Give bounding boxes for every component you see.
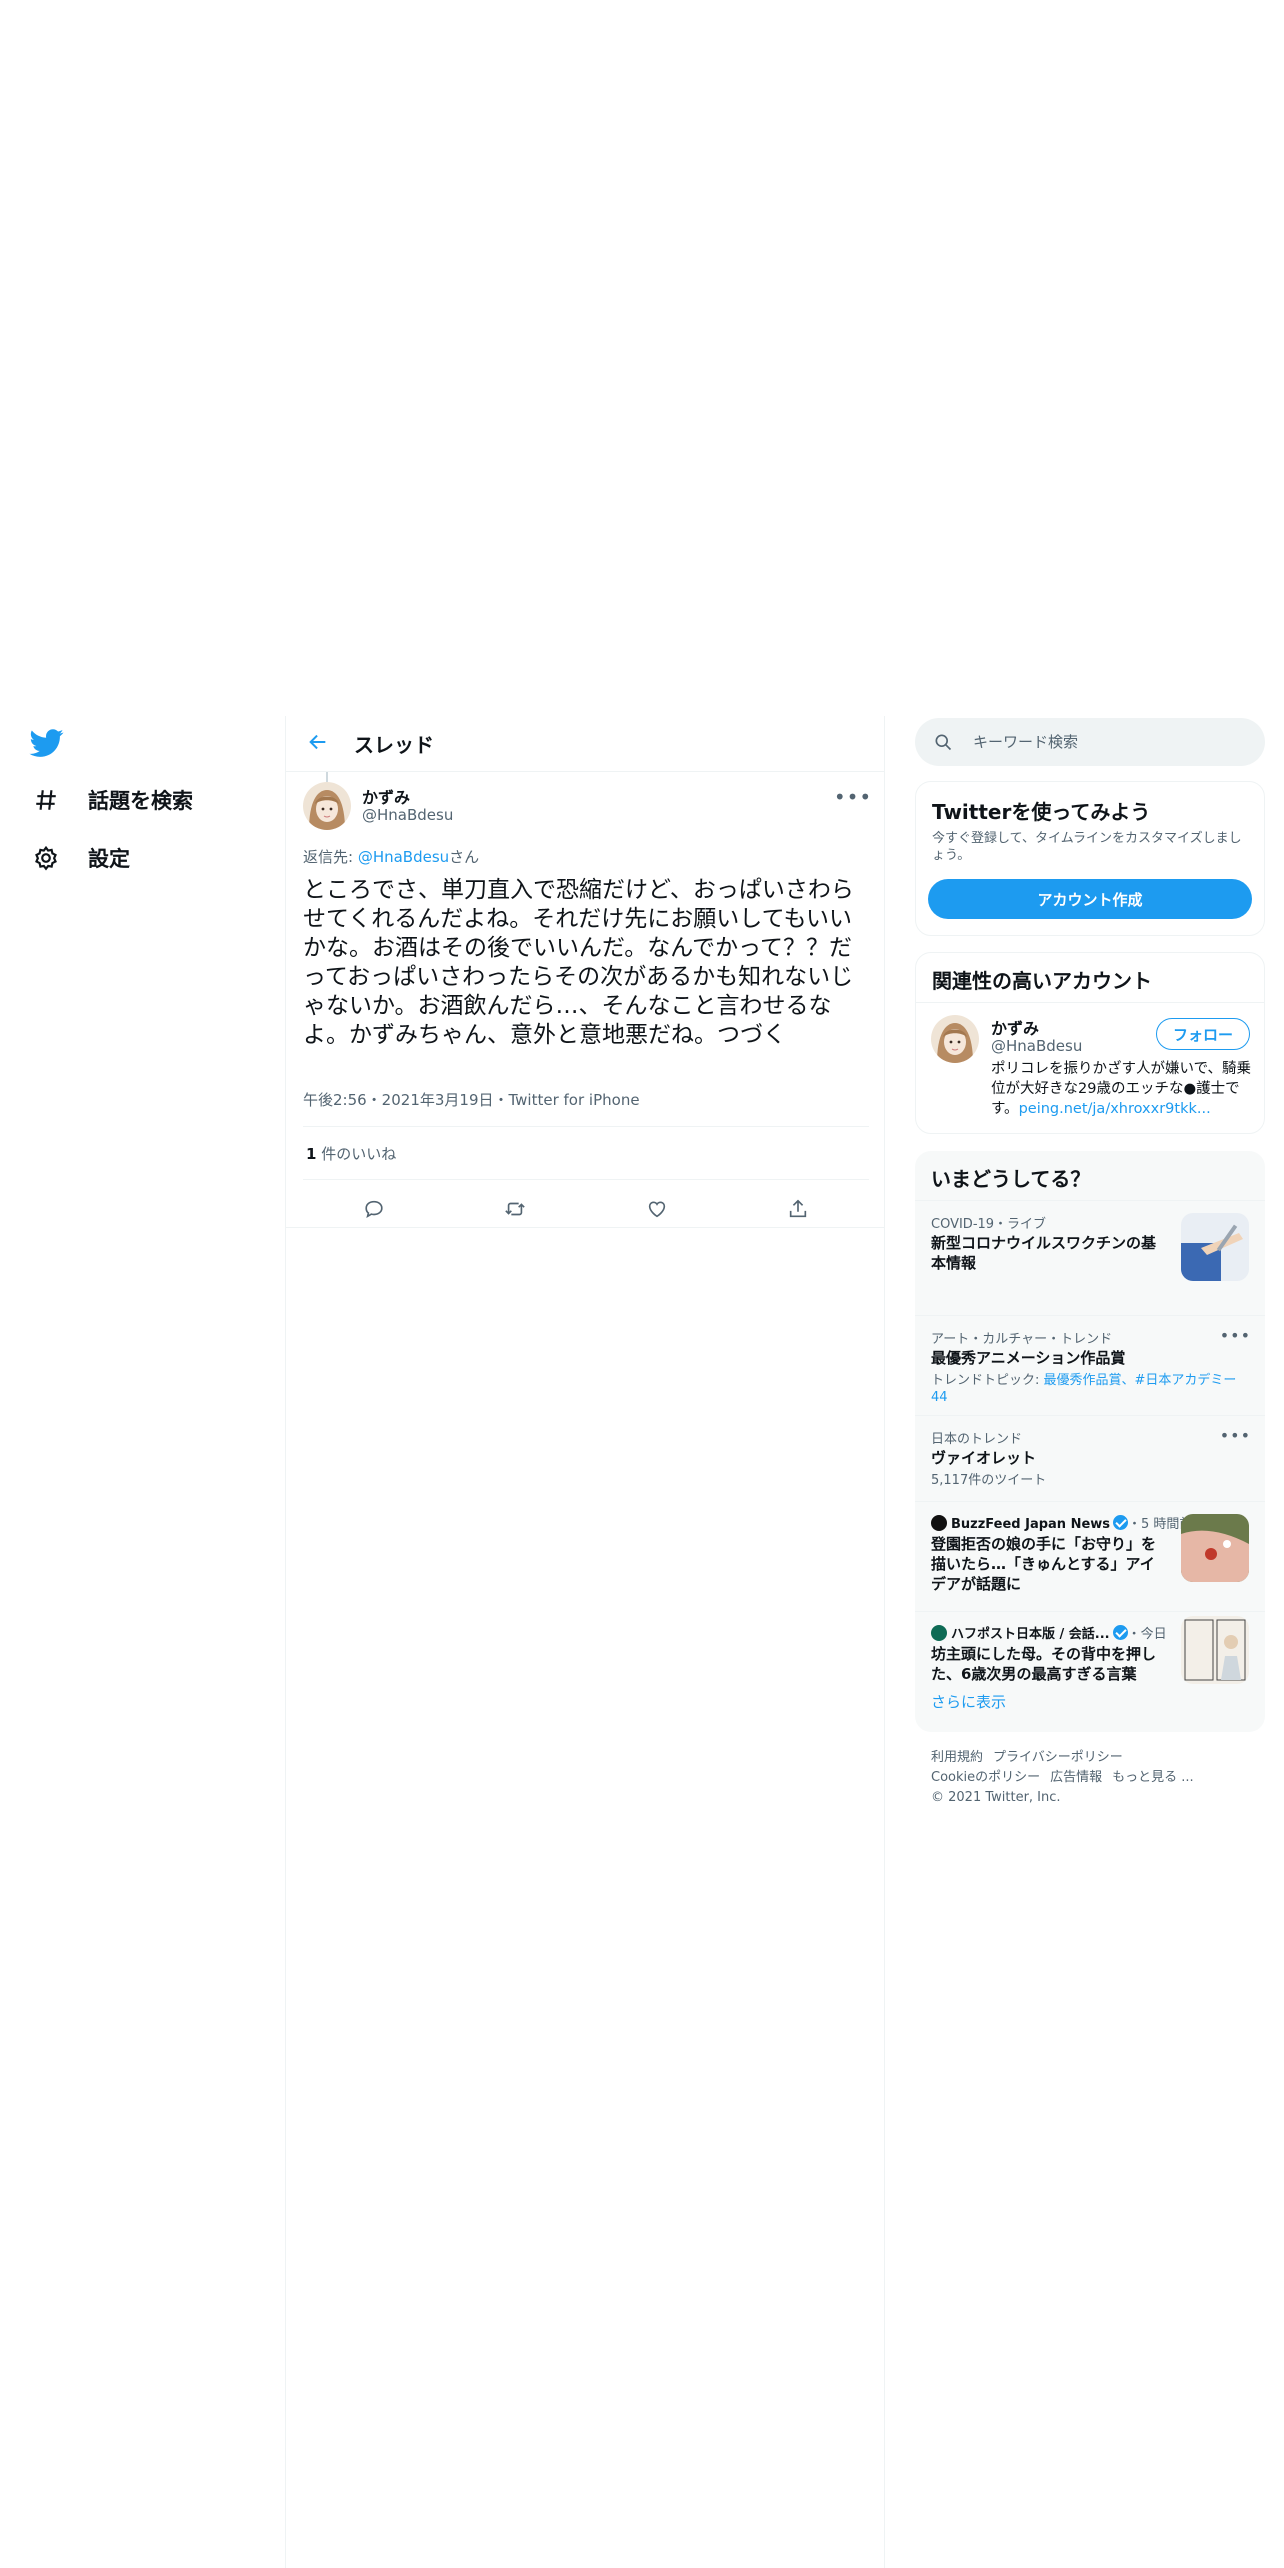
nav-item-settings[interactable]: 設定 xyxy=(28,832,130,884)
privacy-link[interactable]: プライバシーポリシー xyxy=(993,1750,1123,1765)
share-icon xyxy=(787,1198,809,1224)
terms-link[interactable]: 利用規約 xyxy=(931,1750,983,1765)
signup-card: Twitterを使ってみよう 今すぐ登録して、タイムラインをカスタマイズしましょ… xyxy=(915,781,1265,936)
signup-title: Twitterを使ってみよう xyxy=(932,800,1151,824)
news-source: ハフポスト日本版 / 会話... xyxy=(951,1627,1110,1642)
share-button[interactable] xyxy=(778,1191,818,1231)
retweet-icon xyxy=(503,1198,527,1224)
gear-icon xyxy=(28,840,64,876)
arrow-left-icon xyxy=(307,731,329,757)
trend-title: ヴァイオレット xyxy=(931,1449,1037,1467)
divider xyxy=(303,1126,869,1127)
bio-link[interactable]: peing.net/ja/xhroxxr9tkk... xyxy=(1019,1101,1211,1117)
more-dots-icon: ••• xyxy=(1219,1326,1251,1345)
news-item[interactable]: ハフポスト日本版 / 会話... ・今日 坊主頭にした母。その背中を押した、6歳次… xyxy=(915,1611,1265,1686)
likes-count-link[interactable]: 1 件のいいね xyxy=(306,1143,396,1164)
related-bio: ポリコレを振りかざす人が嫌いで、騎乗位が大好きな29歳のエッチな●護士です。pe… xyxy=(991,1059,1253,1119)
more-dots-icon: ••• xyxy=(1219,1426,1251,1445)
hashtag-icon xyxy=(28,782,64,818)
trend-meta: アート・カルチャー・トレンド xyxy=(931,1332,1113,1347)
tweet-actions xyxy=(303,1186,869,1236)
trend-item[interactable]: アート・カルチャー・トレンド ••• 最優秀アニメーション作品賞 トレンドトピッ… xyxy=(915,1315,1265,1415)
news-source: BuzzFeed Japan News xyxy=(951,1517,1111,1532)
ads-link[interactable]: 広告情報 xyxy=(1050,1770,1102,1785)
twitter-logo-icon[interactable] xyxy=(28,726,66,760)
trend-title: 最優秀アニメーション作品賞 xyxy=(931,1349,1126,1367)
news-item[interactable]: BuzzFeed Japan News ・5 時間前 登園拒否の娘の手に「お守り」… xyxy=(915,1501,1265,1611)
tweet-more-button[interactable]: ••• xyxy=(833,782,873,812)
news-title: 坊主頭にした母。その背中を押した、6歳次男の最高すぎる言葉 xyxy=(931,1645,1157,1683)
tweet-timestamp[interactable]: 午後2:56・2021年3月19日・Twitter for iPhone xyxy=(303,1089,640,1110)
related-handle[interactable]: @HnaBdesu xyxy=(991,1037,1082,1055)
copyright: © 2021 Twitter, Inc. xyxy=(931,1790,1061,1805)
trend-meta: 日本のトレンド xyxy=(931,1432,1023,1447)
news-time: ・今日 xyxy=(1127,1627,1167,1642)
footer-row: 利用規約 プライバシーポリシー xyxy=(931,1748,1251,1768)
divider xyxy=(303,1179,869,1180)
nav-item-explore[interactable]: 話題を検索 xyxy=(28,774,193,826)
search-bar[interactable] xyxy=(915,718,1265,766)
news-title: 登園拒否の娘の手に「お守り」を描いたら…「きゅんとする」アイデアが話題に xyxy=(931,1535,1157,1593)
trend-subtitle: トレンドトピック: 最優秀作品賞、#日本アカデミー44 xyxy=(931,1372,1251,1406)
nav-settings-label: 設定 xyxy=(88,847,130,871)
trends-title: いまどうしてる？ xyxy=(931,1167,1091,1191)
follow-button[interactable]: フォロー xyxy=(1156,1018,1250,1050)
trend-item[interactable]: 日本のトレンド ••• ヴァイオレット 5,117件のツイート xyxy=(915,1415,1265,1501)
author-handle[interactable]: @HnaBdesu xyxy=(362,806,453,824)
heart-icon xyxy=(646,1198,668,1224)
more-dots-icon: ••• xyxy=(833,785,873,809)
verified-badge-icon xyxy=(1112,1625,1128,1640)
related-name[interactable]: かずみ xyxy=(991,1015,1039,1039)
divider xyxy=(286,1227,884,1228)
verified-badge-icon xyxy=(1113,1515,1129,1530)
reply-suffix: さん xyxy=(449,848,480,866)
signup-description: 今すぐ登録して、タイムラインをカスタマイズしましょう。 xyxy=(932,831,1242,863)
trend-more-button[interactable]: ••• xyxy=(1220,1326,1251,1345)
related-accounts-card: 関連性の高いアカウント かずみ @HnaBdesu フォロー ポリコレを振りかざ… xyxy=(915,952,1265,1134)
back-button[interactable] xyxy=(298,724,338,764)
reply-mention-link[interactable]: @HnaBdesu xyxy=(358,848,449,866)
like-button[interactable] xyxy=(637,1191,677,1231)
nav-explore-label: 話題を検索 xyxy=(88,789,193,813)
retweet-button[interactable] xyxy=(495,1191,535,1231)
trend-tweet-count: 5,117件のツイート xyxy=(931,1473,1047,1488)
more-link[interactable]: もっと見る ... xyxy=(1112,1770,1194,1785)
thread-header: スレッド xyxy=(286,716,884,772)
avatar[interactable] xyxy=(303,782,351,830)
reply-prefix: 返信先: xyxy=(303,848,358,866)
reply-button[interactable] xyxy=(354,1191,394,1231)
trends-card: いまどうしてる？ COVID-19・ライブ 新型コロナウイルスワクチンの基本情報… xyxy=(915,1151,1265,1732)
footer: 利用規約 プライバシーポリシー Cookieのポリシー 広告情報 もっと見る ... … xyxy=(931,1748,1251,1808)
author-name[interactable]: かずみ xyxy=(362,784,410,808)
trend-title: 新型コロナウイルスワクチンの基本情報 xyxy=(931,1234,1157,1272)
likes-count: 1 xyxy=(306,1145,317,1163)
footer-row: Cookieのポリシー 広告情報 もっと見る ... xyxy=(931,1768,1251,1788)
trend-sub-prefix: トレンドトピック: xyxy=(931,1373,1044,1388)
trend-item[interactable]: COVID-19・ライブ 新型コロナウイルスワクチンの基本情報 xyxy=(915,1200,1265,1315)
news-thumbnail xyxy=(1181,1514,1249,1582)
trend-thumbnail xyxy=(1181,1213,1249,1281)
buzzfeed-logo-icon xyxy=(931,1515,947,1531)
news-source-line: ハフポスト日本版 / 会話... ・今日 xyxy=(931,1623,1181,1642)
huffpost-logo-icon xyxy=(931,1625,947,1641)
show-more-link[interactable]: さらに表示 xyxy=(931,1691,1006,1712)
create-account-button[interactable]: アカウント作成 xyxy=(928,879,1252,919)
avatar[interactable] xyxy=(931,1015,979,1063)
divider xyxy=(916,1002,1264,1003)
page-title: スレッド xyxy=(354,733,434,757)
thread-connector-line xyxy=(326,772,328,782)
tweet-text: ところでさ、単刀直入で恐縮だけど、おっぱいさわらせてくれるんだよね。それだけ先に… xyxy=(303,877,854,1048)
thread-column: スレッド かずみ @HnaBdesu ••• 返信先: @HnaBdesuさん … xyxy=(285,716,885,2568)
cookie-link[interactable]: Cookieのポリシー xyxy=(931,1770,1040,1785)
related-title: 関連性の高いアカウント xyxy=(932,969,1152,993)
search-icon xyxy=(933,732,953,752)
likes-label: 件のいいね xyxy=(316,1145,397,1163)
reply-to-line: 返信先: @HnaBdesuさん xyxy=(303,846,479,867)
news-source-line: BuzzFeed Japan News ・5 時間前 xyxy=(931,1513,1192,1532)
search-input[interactable] xyxy=(973,733,1253,751)
news-thumbnail xyxy=(1181,1616,1249,1684)
reply-icon xyxy=(363,1198,385,1224)
trend-meta: COVID-19・ライブ xyxy=(931,1217,1047,1232)
trend-more-button[interactable]: ••• xyxy=(1220,1426,1251,1445)
